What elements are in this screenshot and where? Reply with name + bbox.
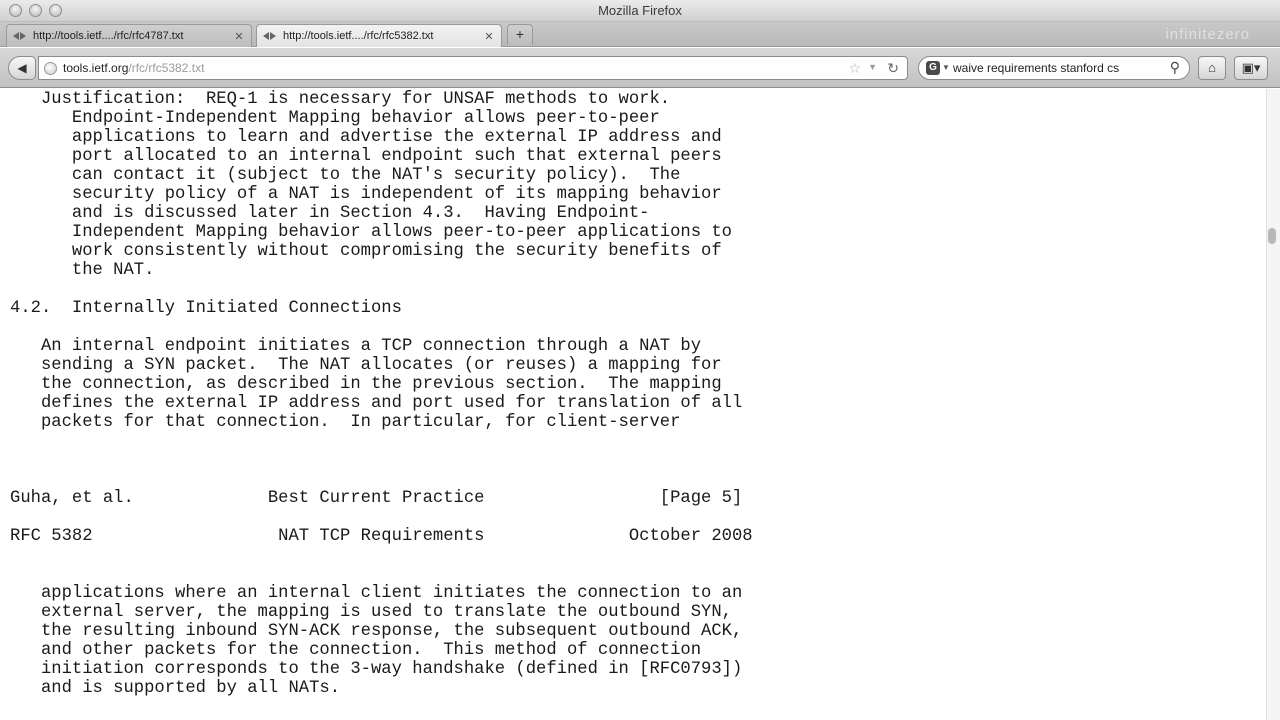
reload-icon[interactable]: ↻ [887,60,899,77]
document-line: and is supported by all NATs. [10,679,341,698]
tab-rfc4787[interactable]: http://tools.ietf..../rfc/rfc4787.txt ✕ [6,24,252,47]
rfc-document: Justification: REQ-1 is necessary for UN… [10,90,753,698]
page-favicon-icon [13,31,27,41]
document-line: Independent Mapping behavior allows peer… [10,223,732,242]
search-input[interactable]: waive requirements stanford cs [953,61,1119,75]
document-line: port allocated to an internal endpoint s… [10,147,722,166]
page-favicon-icon [263,31,277,41]
document-line: Endpoint-Independent Mapping behavior al… [10,109,660,128]
url-text[interactable]: tools.ietf.org/rfc/rfc5382.txt [63,61,204,75]
document-line: and is discussed later in Section 4.3. H… [10,204,650,223]
url-host: tools.ietf.org [63,61,129,75]
watermark-logo: infinitezero [1165,26,1250,43]
document-line: applications where an internal client in… [10,584,743,603]
document-line: the connection, as described in the prev… [10,375,722,394]
document-line: the resulting inbound SYN-ACK response, … [10,622,743,641]
document-line: sending a SYN packet. The NAT allocates … [10,356,722,375]
vertical-scrollbar[interactable] [1266,89,1280,720]
window-title: Mozilla Firefox [598,3,682,18]
history-dropdown-icon[interactable]: ▼ [868,62,877,72]
url-bar[interactable]: tools.ietf.org/rfc/rfc5382.txt ☆ ▼ ↻ [38,56,908,80]
tab-close-icon[interactable]: ✕ [233,30,245,43]
document-line: Guha, et al. Best Current Practice [Page… [10,489,743,508]
document-line: packets for that connection. In particul… [10,413,681,432]
document-line: 4.2. Internally Initiated Connections [10,299,402,318]
document-line: applications to learn and advertise the … [10,128,722,147]
tab-label: http://tools.ietf..../rfc/rfc4787.txt [33,30,184,42]
scrollbar-thumb[interactable] [1268,228,1276,244]
addon-menu-button[interactable]: ▣▾ [1234,56,1268,80]
document-line: defines the external IP address and port… [10,394,743,413]
tab-label: http://tools.ietf..../rfc/rfc5382.txt [283,30,434,42]
document-line: security policy of a NAT is independent … [10,185,722,204]
document-line: the NAT. [10,261,155,280]
document-line: An internal endpoint initiates a TCP con… [10,337,702,356]
site-identity-icon[interactable] [44,62,57,75]
page-content: Justification: REQ-1 is necessary for UN… [0,89,1266,720]
document-line: and other packets for the connection. Th… [10,641,702,660]
document-line: work consistently without compromising t… [10,242,722,261]
document-line: external server, the mapping is used to … [10,603,732,622]
home-button[interactable]: ⌂ [1198,56,1226,80]
bookmark-star-icon[interactable]: ☆ [848,60,861,77]
tab-close-icon[interactable]: ✕ [483,30,495,43]
document-line: RFC 5382 NAT TCP Requirements October 20… [10,527,753,546]
search-icon[interactable]: ⚲ [1170,59,1180,76]
document-line: can contact it (subject to the NAT's sec… [10,166,681,185]
url-path: /rfc/rfc5382.txt [128,61,205,75]
document-line: initiation corresponds to the 3-way hand… [10,660,743,679]
window-titlebar: Mozilla Firefox [0,0,1280,22]
search-engine-dropdown-icon[interactable]: ▼ [942,63,950,72]
tab-rfc5382[interactable]: http://tools.ietf..../rfc/rfc5382.txt ✕ [256,24,502,47]
document-line: Justification: REQ-1 is necessary for UN… [10,90,671,109]
new-tab-button[interactable]: + [507,24,533,45]
back-button[interactable]: ◀ [8,56,36,80]
tab-strip: http://tools.ietf..../rfc/rfc4787.txt ✕ … [0,22,1280,47]
search-bar[interactable]: G ▼ waive requirements stanford cs ⚲ [918,56,1190,80]
search-engine-icon[interactable]: G [926,61,940,75]
navigation-toolbar: ◀ tools.ietf.org/rfc/rfc5382.txt ☆ ▼ ↻ G… [0,48,1280,88]
